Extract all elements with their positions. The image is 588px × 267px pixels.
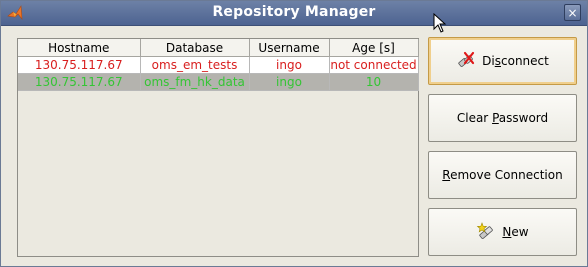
- cell-hostname[interactable]: 130.75.117.67: [18, 73, 141, 91]
- window-title: Repository Manager: [212, 4, 376, 20]
- table-row[interactable]: 130.75.117.67 oms_fm_hk_data ingo 10: [18, 73, 419, 91]
- connections-table-frame: Hostname Database Username Age [s] 130.7…: [17, 38, 419, 257]
- table-row[interactable]: 130.75.117.67 oms_em_tests ingo not conn…: [18, 56, 419, 74]
- remove-connection-label: Remove Connection: [442, 168, 563, 182]
- clear-password-button[interactable]: Clear Password: [428, 94, 577, 142]
- cell-age[interactable]: not connected: [329, 56, 419, 74]
- column-header-age[interactable]: Age [s]: [329, 39, 419, 57]
- column-header-hostname[interactable]: Hostname: [18, 39, 141, 57]
- new-plug-icon: [477, 222, 494, 239]
- cell-database[interactable]: oms_em_tests: [140, 56, 250, 74]
- disconnect-button[interactable]: Disconnect: [428, 37, 577, 85]
- column-header-username[interactable]: Username: [249, 39, 330, 57]
- cell-database[interactable]: oms_fm_hk_data: [140, 73, 250, 91]
- connections-table[interactable]: Hostname Database Username Age [s] 130.7…: [18, 39, 419, 91]
- new-button[interactable]: New: [428, 208, 577, 256]
- disconnect-plug-icon: [458, 51, 475, 67]
- cell-hostname[interactable]: 130.75.117.67: [18, 56, 141, 74]
- cell-age[interactable]: 10: [329, 73, 419, 91]
- title-bar[interactable]: Repository Manager ×: [1, 1, 587, 26]
- close-button[interactable]: ×: [564, 4, 581, 21]
- disconnect-label: Disconnect: [482, 54, 549, 68]
- cell-username[interactable]: ingo: [249, 56, 330, 74]
- remove-connection-button[interactable]: Remove Connection: [428, 151, 577, 199]
- new-label: New: [502, 225, 529, 239]
- cell-username[interactable]: ingo: [249, 73, 330, 91]
- table-header-row: Hostname Database Username Age [s]: [18, 39, 419, 57]
- repository-manager-window: Repository Manager × Hostname Database U…: [0, 0, 588, 267]
- clear-password-label: Clear Password: [456, 111, 549, 125]
- column-header-database[interactable]: Database: [140, 39, 250, 57]
- mouse-cursor-icon: [433, 13, 447, 33]
